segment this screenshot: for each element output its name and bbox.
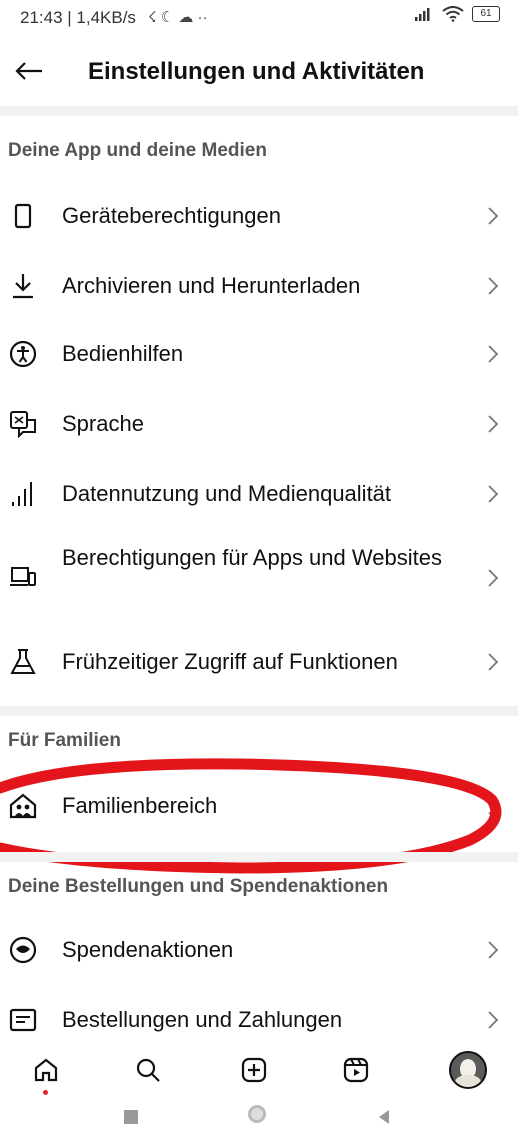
menu-item-label: Datennutzung und Medienqualität [62,481,392,506]
divider [0,106,518,116]
home-button[interactable] [26,1050,66,1090]
download-icon [8,271,38,301]
search-icon [136,1058,160,1082]
menu-item-label: Berechtigungen für Apps und Websites [62,545,442,570]
menu-item-label: Sprache [62,411,144,436]
menu-item-fundraisers[interactable]: Spendenaktionen [0,920,518,980]
search-button[interactable] [128,1050,168,1090]
chevron-right-icon [488,653,499,671]
create-button[interactable] [234,1050,274,1090]
chevron-right-icon [488,415,499,433]
battery-icon: 61 [472,6,500,22]
reels-icon [343,1057,369,1083]
menu-item-app-website-permissions[interactable]: Berechtigungen für Apps und Websites [0,540,518,616]
menu-item-accessibility[interactable]: Bedienhilfen [0,324,518,384]
menu-item-label: Geräteberechtigungen [62,203,281,228]
signal-bars-icon [8,479,38,509]
section-title-orders: Deine Bestellungen und Spendenaktionen [8,876,389,897]
chevron-right-icon [488,569,499,587]
menu-item-language[interactable]: Sprache [0,394,518,454]
chevron-right-icon [488,345,499,363]
orders-icon [8,1005,38,1035]
system-navigation-bar [0,1100,518,1139]
status-bar: 21:43 | 1,4KB/s ☇ ☾ ☁ ·· 61 [0,0,518,36]
signal-icon [415,8,430,21]
menu-item-label: Spendenaktionen [62,937,234,962]
home-system-button[interactable] [248,1105,266,1123]
accessibility-icon [8,339,38,369]
back-button[interactable] [12,56,46,86]
recents-button[interactable] [124,1110,138,1124]
menu-item-archive-download[interactable]: Archivieren und Herunterladen [0,256,518,316]
home-active-dot [43,1090,48,1095]
menu-item-device-permissions[interactable]: Geräteberechtigungen [0,186,518,246]
profile-button[interactable] [448,1050,488,1090]
back-system-button[interactable] [377,1109,391,1125]
translate-icon [8,409,38,439]
menu-item-label: Frühzeitiger Zugriff auf Funktionen [62,649,398,674]
menu-item-label: Bestellungen und Zahlungen [62,1007,343,1032]
header: Einstellungen und Aktivitäten [0,36,518,106]
chevron-right-icon [488,1011,499,1029]
profile-avatar [449,1051,487,1089]
wifi-icon [442,6,464,22]
menu-item-early-access[interactable]: Frühzeitiger Zugriff auf Funktionen [0,632,518,692]
status-icons: 61 [414,6,500,22]
create-icon [241,1057,267,1083]
flask-icon [8,647,38,677]
reels-button[interactable] [336,1050,376,1090]
section-title-app-media: Deine App und deine Medien [8,140,267,161]
annotation-ellipse [0,758,502,874]
menu-item-label: Bedienhilfen [62,341,184,366]
page-title: Einstellungen und Aktivitäten [88,58,425,85]
chevron-right-icon [488,485,499,503]
back-arrow-icon [15,62,42,80]
menu-item-label: Archivieren und Herunterladen [62,273,361,298]
phone-icon [8,201,38,231]
chevron-right-icon [488,941,499,959]
devices-icon [8,562,38,592]
home-icon [34,1058,58,1082]
divider [0,706,518,716]
status-time-speed: 21:43 | 1,4KB/s [20,8,136,27]
bottom-navigation [0,1040,518,1100]
divider [0,852,518,862]
fundraiser-icon [8,935,38,965]
menu-item-data-usage[interactable]: Datennutzung und Medienqualität [0,464,518,524]
status-notification-icons: ☇ ☾ ☁ ·· [148,9,208,26]
chevron-right-icon [488,207,499,225]
chevron-right-icon [488,277,499,295]
battery-level: 61 [480,8,492,19]
